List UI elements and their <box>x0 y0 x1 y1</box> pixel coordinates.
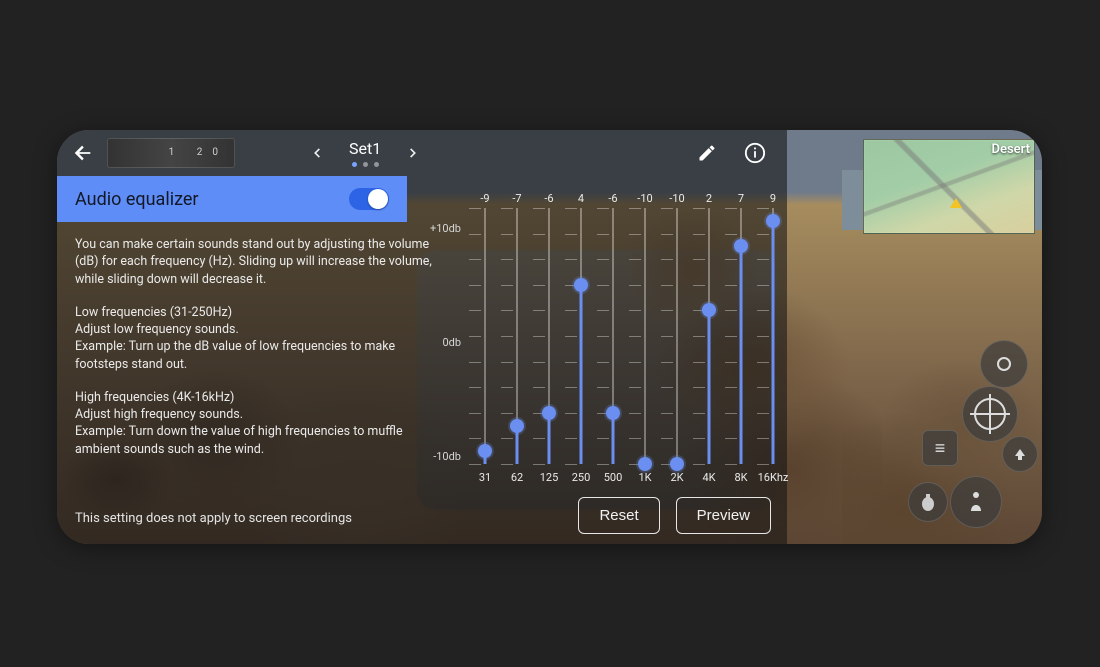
minimap[interactable]: Desert <box>863 139 1035 234</box>
eq-slider[interactable]: -6500 <box>597 208 629 464</box>
slider-freq-label: 31 <box>479 471 491 484</box>
slider-db-value: 4 <box>578 192 584 205</box>
slider-db-value: -6 <box>608 192 617 205</box>
eq-slider[interactable]: 24K <box>693 208 725 464</box>
eq-slider[interactable]: -6125 <box>533 208 565 464</box>
hud-crouch-button[interactable] <box>950 476 1002 528</box>
slider-fill <box>580 285 583 464</box>
feature-title: Audio equalizer <box>75 189 199 210</box>
slider-track <box>484 208 486 464</box>
slider-fill <box>772 221 775 464</box>
hud-weapon-menu[interactable] <box>922 430 958 466</box>
hud-aim-button[interactable] <box>962 386 1018 442</box>
db-label-min: -10db <box>417 450 461 463</box>
info-icon[interactable] <box>743 141 767 165</box>
slider-freq-label: 500 <box>604 471 623 484</box>
slider-track <box>676 208 678 464</box>
slider-knob[interactable] <box>766 214 780 228</box>
reset-button[interactable]: Reset <box>578 497 659 534</box>
slider-db-value: -7 <box>512 192 521 205</box>
hud-fire-indicator[interactable] <box>980 340 1028 388</box>
back-button[interactable] <box>65 135 101 171</box>
eq-slider[interactable]: -101K <box>629 208 661 464</box>
eq-slider[interactable]: 916Khz <box>757 208 789 464</box>
preview-button[interactable]: Preview <box>676 497 771 534</box>
slider-fill <box>708 310 711 464</box>
set-name: Set1 <box>349 139 381 158</box>
slider-freq-label: 4K <box>702 471 715 484</box>
slider-fill <box>612 413 615 464</box>
low-freq-example: Example: Turn up the dB value of low fre… <box>75 338 437 373</box>
slider-fill <box>548 413 551 464</box>
description-intro: You can make certain sounds stand out by… <box>75 236 437 288</box>
grid-line <box>469 464 789 465</box>
set-navigator: Set1 <box>305 139 425 167</box>
db-label-zero: 0db <box>417 336 461 349</box>
next-set-button[interactable] <box>401 141 425 165</box>
minimap-location: Desert <box>991 142 1030 157</box>
hud-grenade-button[interactable] <box>908 482 948 522</box>
high-freq-heading: High frequencies (4K-16kHz) <box>75 389 437 406</box>
slider-freq-label: 8K <box>734 471 747 484</box>
pager-dot <box>352 162 357 167</box>
slider-freq-label: 16Khz <box>758 471 789 484</box>
edit-icon[interactable] <box>695 141 719 165</box>
player-marker-icon <box>950 198 962 208</box>
slider-knob[interactable] <box>574 278 588 292</box>
overlay-header: Set1 <box>57 130 787 176</box>
slider-knob[interactable] <box>670 457 684 471</box>
slider-knob[interactable] <box>606 406 620 420</box>
feature-title-bar: Audio equalizer <box>57 176 407 222</box>
slider-knob[interactable] <box>702 303 716 317</box>
high-freq-example: Example: Turn down the value of high fre… <box>75 423 437 458</box>
slider-freq-label: 250 <box>572 471 591 484</box>
hud-jump-button[interactable] <box>1002 436 1038 472</box>
slider-knob[interactable] <box>542 406 556 420</box>
eq-slider[interactable]: -931 <box>469 208 501 464</box>
eq-slider[interactable]: -762 <box>501 208 533 464</box>
description-column: You can make certain sounds stand out by… <box>57 222 455 458</box>
slider-freq-label: 1K <box>638 471 651 484</box>
footnote: This setting does not apply to screen re… <box>75 511 352 526</box>
eq-slider[interactable]: 4250 <box>565 208 597 464</box>
slider-freq-label: 2K <box>670 471 683 484</box>
prev-set-button[interactable] <box>305 141 329 165</box>
slider-db-value: 7 <box>738 192 744 205</box>
high-freq-line: Adjust high frequency sounds. <box>75 406 437 423</box>
settings-overlay: Set1 <box>57 130 787 544</box>
low-freq-heading: Low frequencies (31-250Hz) <box>75 304 437 321</box>
slider-knob[interactable] <box>638 457 652 471</box>
equalizer-sliders: -931-762-61254250-6500-101K-102K24K78K91… <box>469 208 789 464</box>
slider-freq-label: 62 <box>511 471 523 484</box>
slider-db-value: -9 <box>480 192 489 205</box>
slider-db-value: -10 <box>669 192 684 205</box>
slider-db-value: 2 <box>706 192 712 205</box>
pager-dot <box>374 162 379 167</box>
slider-freq-label: 125 <box>540 471 559 484</box>
feature-toggle[interactable] <box>349 188 389 210</box>
slider-knob[interactable] <box>510 419 524 433</box>
pager-dot <box>363 162 368 167</box>
db-label-max: +10db <box>417 222 461 235</box>
device-frame: Desert Set1 <box>57 130 1042 544</box>
set-pager-dots <box>349 162 381 167</box>
equalizer: +10db 0db -10db -931-762-61254250-6500-1… <box>417 194 837 504</box>
preset-thumbnail[interactable] <box>107 138 235 168</box>
slider-track <box>644 208 646 464</box>
slider-db-value: -10 <box>637 192 652 205</box>
slider-db-value: 9 <box>770 192 776 205</box>
eq-slider[interactable]: -102K <box>661 208 693 464</box>
action-buttons: Reset Preview <box>578 497 771 534</box>
eq-slider[interactable]: 78K <box>725 208 757 464</box>
slider-knob[interactable] <box>734 239 748 253</box>
low-freq-line: Adjust low frequency sounds. <box>75 321 437 338</box>
slider-fill <box>740 246 743 464</box>
slider-knob[interactable] <box>478 444 492 458</box>
slider-db-value: -6 <box>544 192 553 205</box>
